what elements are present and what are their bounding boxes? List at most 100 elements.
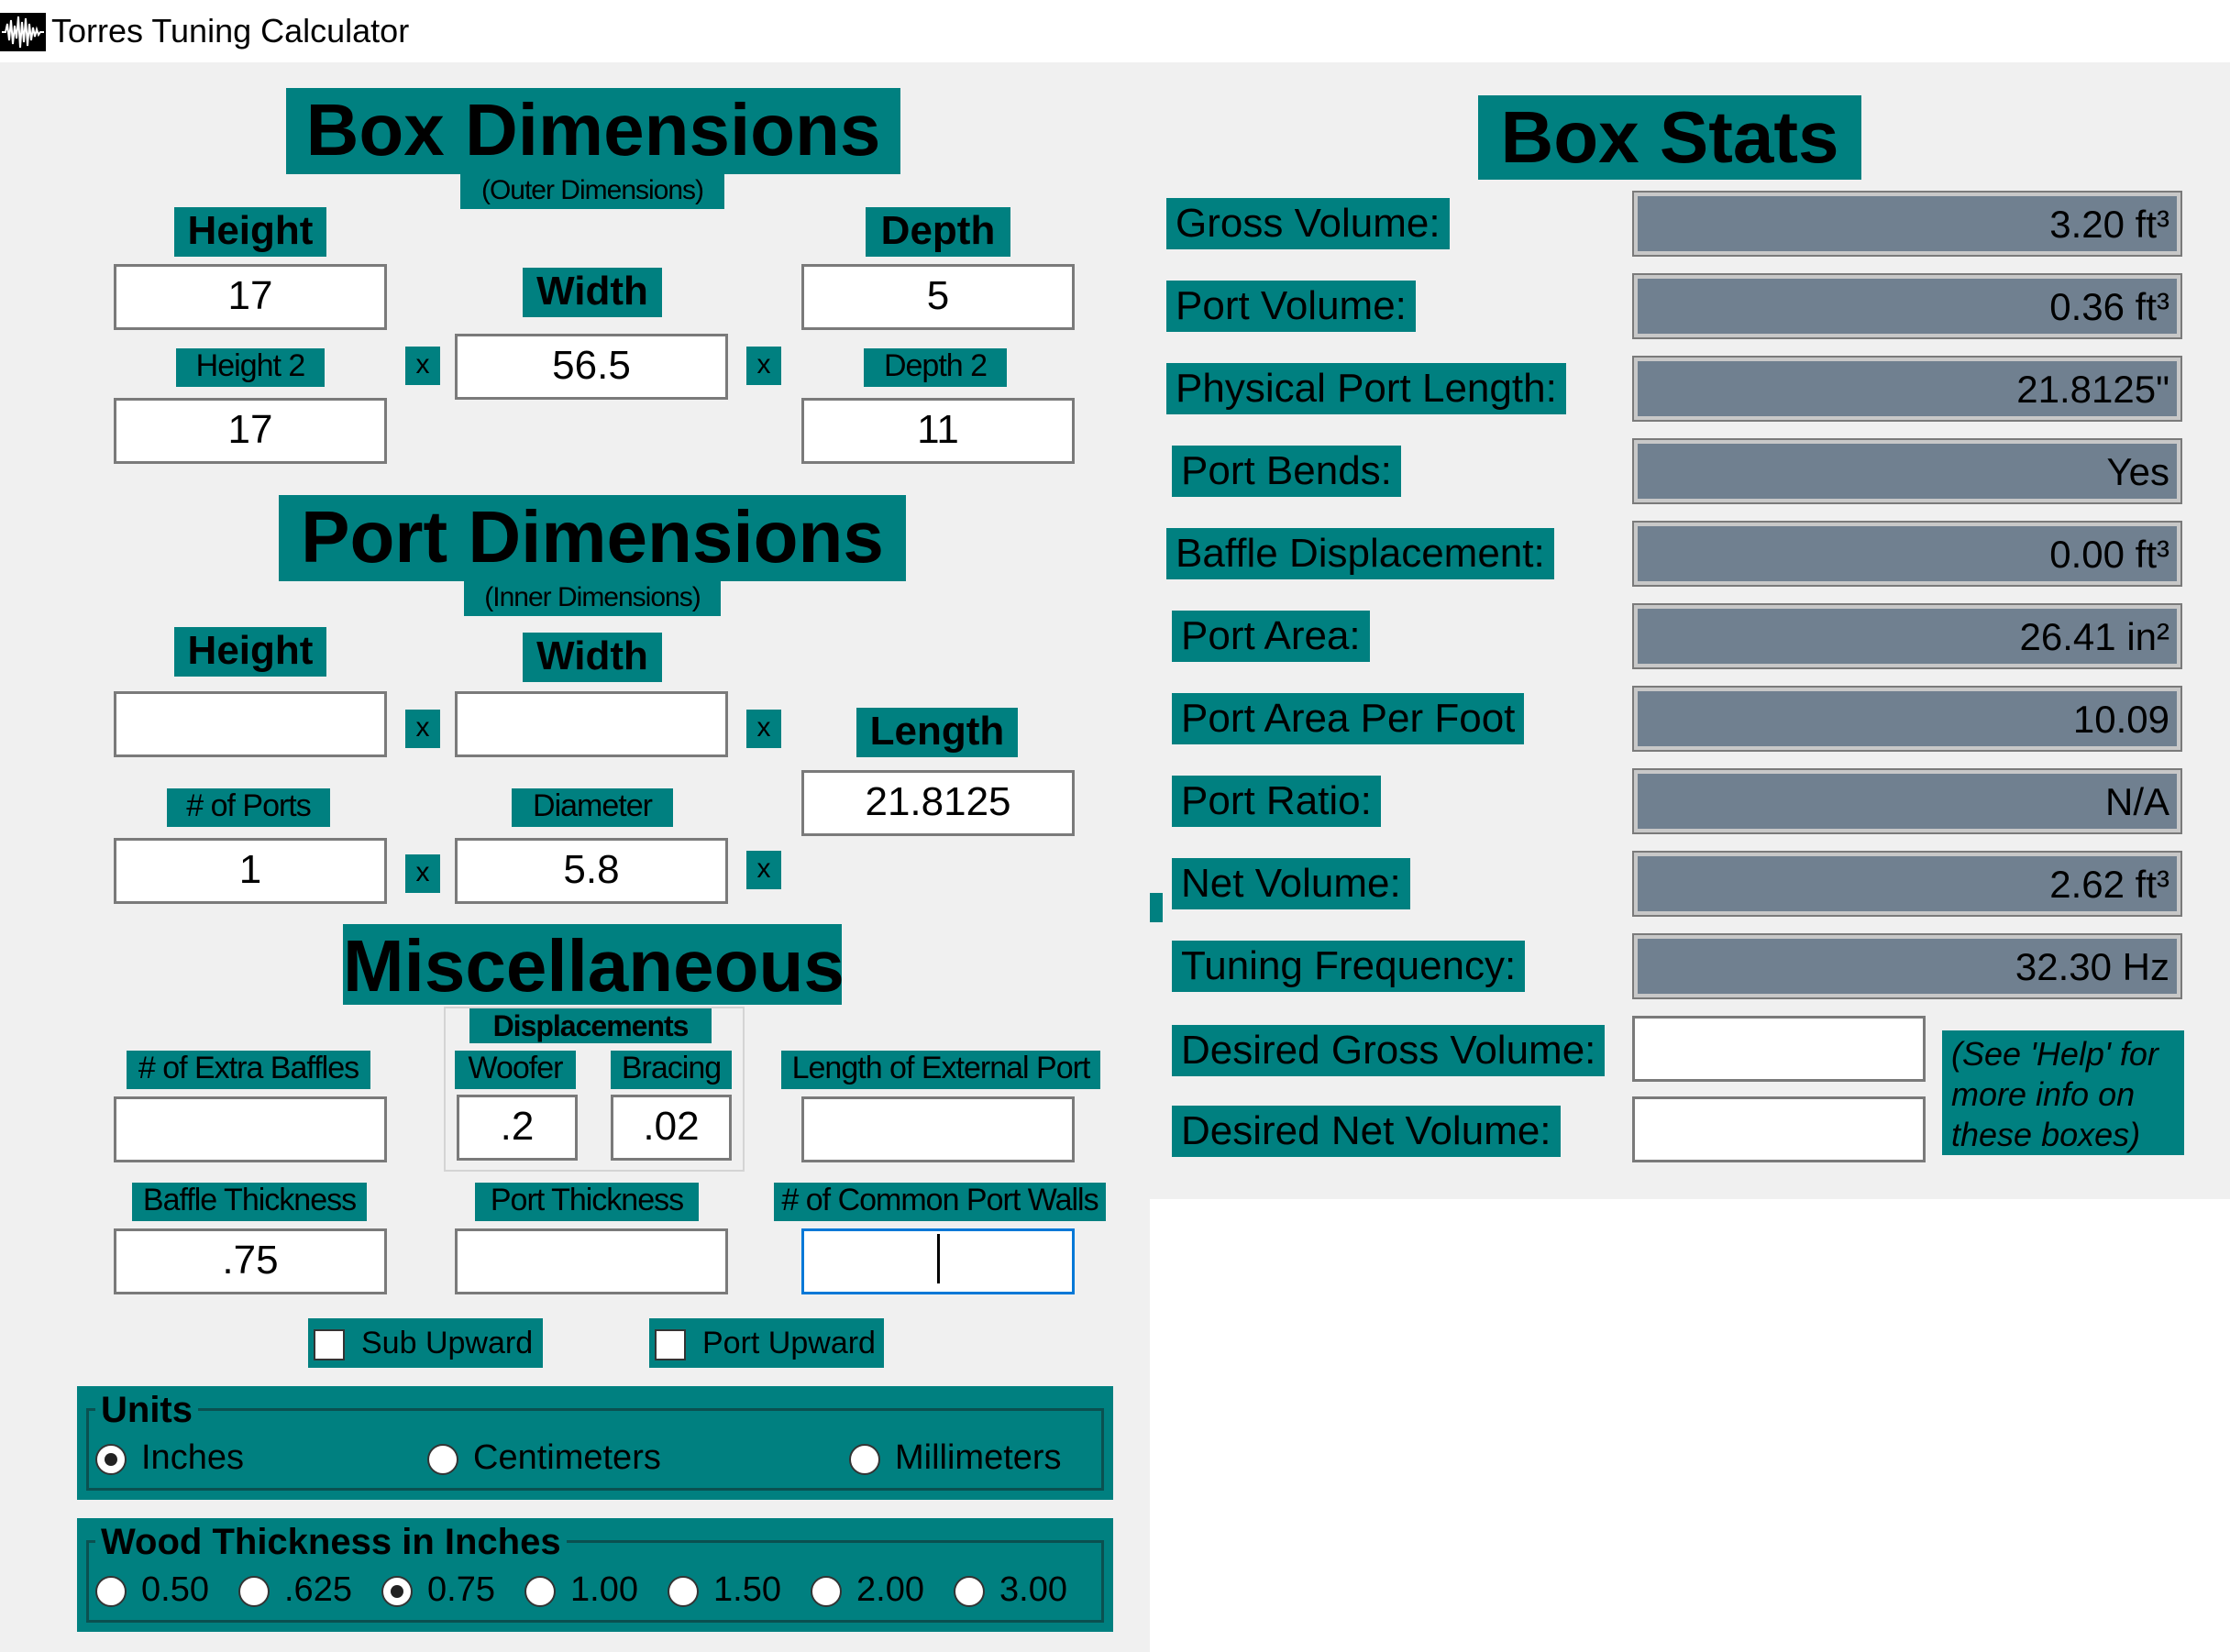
displacements-label: Displacements [469, 1008, 712, 1043]
port-times-3: x [405, 854, 440, 893]
diameter-input[interactable]: 5.8 [455, 838, 728, 904]
window-title: Torres Tuning Calculator [51, 12, 410, 50]
box-height2-input[interactable]: 17 [114, 398, 387, 464]
port-height-input[interactable] [114, 691, 387, 757]
stat-value-baffle-displacement: 0.00 ft³ [1632, 521, 2182, 587]
ports-count-input[interactable]: 1 [114, 838, 387, 904]
wood-radio-0-75[interactable] [381, 1575, 413, 1607]
wood-option-1-00[interactable]: 1.00 [524, 1568, 638, 1612]
sub-upward-label: Sub Upward [361, 1326, 534, 1360]
box-stats-title: Box Stats [1478, 95, 1861, 180]
stat-label-port-volume: Port Volume: [1166, 281, 1416, 332]
bracing-input[interactable]: .02 [611, 1095, 732, 1161]
stat-label-baffle-displacement: Baffle Displacement: [1166, 528, 1554, 579]
wood-radio-625[interactable] [238, 1575, 270, 1607]
wood-radio-3-00[interactable] [954, 1575, 985, 1607]
port-height-label: Height [174, 627, 326, 677]
port-thickness-label: Port Thickness [475, 1183, 699, 1221]
woofer-input[interactable]: .2 [457, 1095, 578, 1161]
units-title: Units [95, 1390, 198, 1430]
help-note: (See 'Help' for more info on these boxes… [1942, 1030, 2184, 1155]
stat-value-port-bends: Yes [1632, 438, 2182, 504]
box-depth-input[interactable]: 5 [801, 264, 1075, 330]
sub-upward-checkbox[interactable]: Sub Upward [308, 1318, 543, 1368]
wood-option-3-00[interactable]: 3.00 [954, 1568, 1067, 1612]
stat-value-port-area: 26.41 in² [1632, 603, 2182, 669]
box-height2-label: Height 2 [176, 348, 325, 387]
port-upward-label: Port Upward [702, 1326, 876, 1360]
stat-label-physical-port-length: Physical Port Length: [1166, 363, 1566, 414]
port-dimensions-subtitle: (Inner Dimensions) [464, 581, 721, 616]
wood-option-2-00[interactable]: 2.00 [811, 1568, 924, 1612]
box-times-right: x [746, 347, 781, 385]
splitter-marker [1150, 893, 1163, 922]
port-upward-checkbox[interactable]: Port Upward [649, 1318, 884, 1368]
units-option-millimeters[interactable]: Millimeters [849, 1436, 1062, 1480]
stat-label-port-area: Port Area: [1172, 611, 1370, 662]
stat-value-physical-port-length: 21.8125" [1632, 356, 2182, 422]
external-port-label: Length of External Port [781, 1051, 1100, 1089]
wood-radio-0-50[interactable] [95, 1575, 127, 1607]
external-port-input[interactable] [801, 1096, 1075, 1162]
stat-label-net-volume: Net Volume: [1172, 858, 1410, 909]
units-radio-centimeters[interactable] [427, 1443, 458, 1475]
port-width-label: Width [523, 633, 662, 682]
box-width-label: Width [523, 268, 662, 317]
stat-value-port-area-per-foot: 10.09 [1632, 686, 2182, 752]
bracing-label: Bracing [611, 1051, 732, 1089]
stat-value-port-volume: 0.36 ft³ [1632, 273, 2182, 339]
stat-label-tuning-frequency: Tuning Frequency: [1172, 941, 1526, 992]
text-caret [937, 1234, 940, 1283]
ports-count-label: # of Ports [167, 788, 330, 827]
stat-value-port-ratio: N/A [1632, 768, 2182, 834]
units-option-inches[interactable]: Inches [95, 1436, 244, 1480]
app-waveform-icon [0, 13, 46, 51]
box-depth2-input[interactable]: 11 [801, 398, 1075, 464]
box-width-input[interactable]: 56.5 [455, 334, 728, 400]
baffle-thickness-input[interactable]: .75 [114, 1228, 387, 1294]
stat-value-net-volume: 2.62 ft³ [1632, 851, 2182, 917]
sub-upward-box[interactable] [314, 1329, 345, 1361]
box-depth-label: Depth [866, 207, 1010, 257]
port-times-2: x [746, 710, 781, 748]
port-times-4: x [746, 851, 781, 889]
wood-thickness-title: Wood Thickness in Inches [95, 1522, 567, 1562]
desired-gross-volume-input[interactable] [1632, 1016, 1926, 1082]
stat-label-gross-volume: Gross Volume: [1166, 198, 1450, 249]
miscellaneous-title: Miscellaneous [343, 924, 845, 1007]
extra-baffles-label: # of Extra Baffles [127, 1051, 370, 1089]
port-length-label: Length [856, 708, 1018, 757]
extra-baffles-input[interactable] [114, 1096, 387, 1162]
common-walls-label: # of Common Port Walls [774, 1183, 1106, 1221]
box-dimensions-title: Box Dimensions [286, 88, 900, 174]
port-upward-box[interactable] [655, 1329, 686, 1361]
wood-option-0-50[interactable]: 0.50 [95, 1568, 209, 1612]
stat-value-tuning-frequency: 32.30 Hz [1632, 933, 2182, 999]
units-radio-inches[interactable] [95, 1443, 127, 1475]
stat-value-gross-volume: 3.20 ft³ [1632, 191, 2182, 257]
port-dimensions-title: Port Dimensions [279, 495, 906, 581]
stat-label-port-ratio: Port Ratio: [1172, 776, 1381, 827]
wood-radio-1-00[interactable] [524, 1575, 556, 1607]
wood-radio-2-00[interactable] [811, 1575, 842, 1607]
wood-option-1-50[interactable]: 1.50 [668, 1568, 781, 1612]
port-thickness-input[interactable] [455, 1228, 728, 1294]
port-times-1: x [405, 710, 440, 748]
woofer-label: Woofer [455, 1051, 576, 1089]
wood-radio-1-50[interactable] [668, 1575, 699, 1607]
units-option-centimeters[interactable]: Centimeters [427, 1436, 661, 1480]
desired-gross-volume-label: Desired Gross Volume: [1172, 1025, 1606, 1076]
port-length-input[interactable]: 21.8125 [801, 770, 1075, 836]
box-depth2-label: Depth 2 [864, 348, 1007, 387]
port-width-input[interactable] [455, 691, 728, 757]
wood-option-0-75[interactable]: 0.75 [381, 1568, 495, 1612]
stat-label-port-area-per-foot: Port Area Per Foot [1172, 693, 1525, 744]
desired-net-volume-input[interactable] [1632, 1096, 1926, 1162]
box-height-label: Height [174, 207, 326, 257]
desired-net-volume-label: Desired Net Volume: [1172, 1106, 1561, 1157]
box-dimensions-subtitle: (Outer Dimensions) [460, 174, 724, 209]
box-height-input[interactable]: 17 [114, 264, 387, 330]
box-times-left: x [405, 347, 440, 385]
wood-option-625[interactable]: .625 [238, 1568, 352, 1612]
units-radio-millimeters[interactable] [849, 1443, 880, 1475]
